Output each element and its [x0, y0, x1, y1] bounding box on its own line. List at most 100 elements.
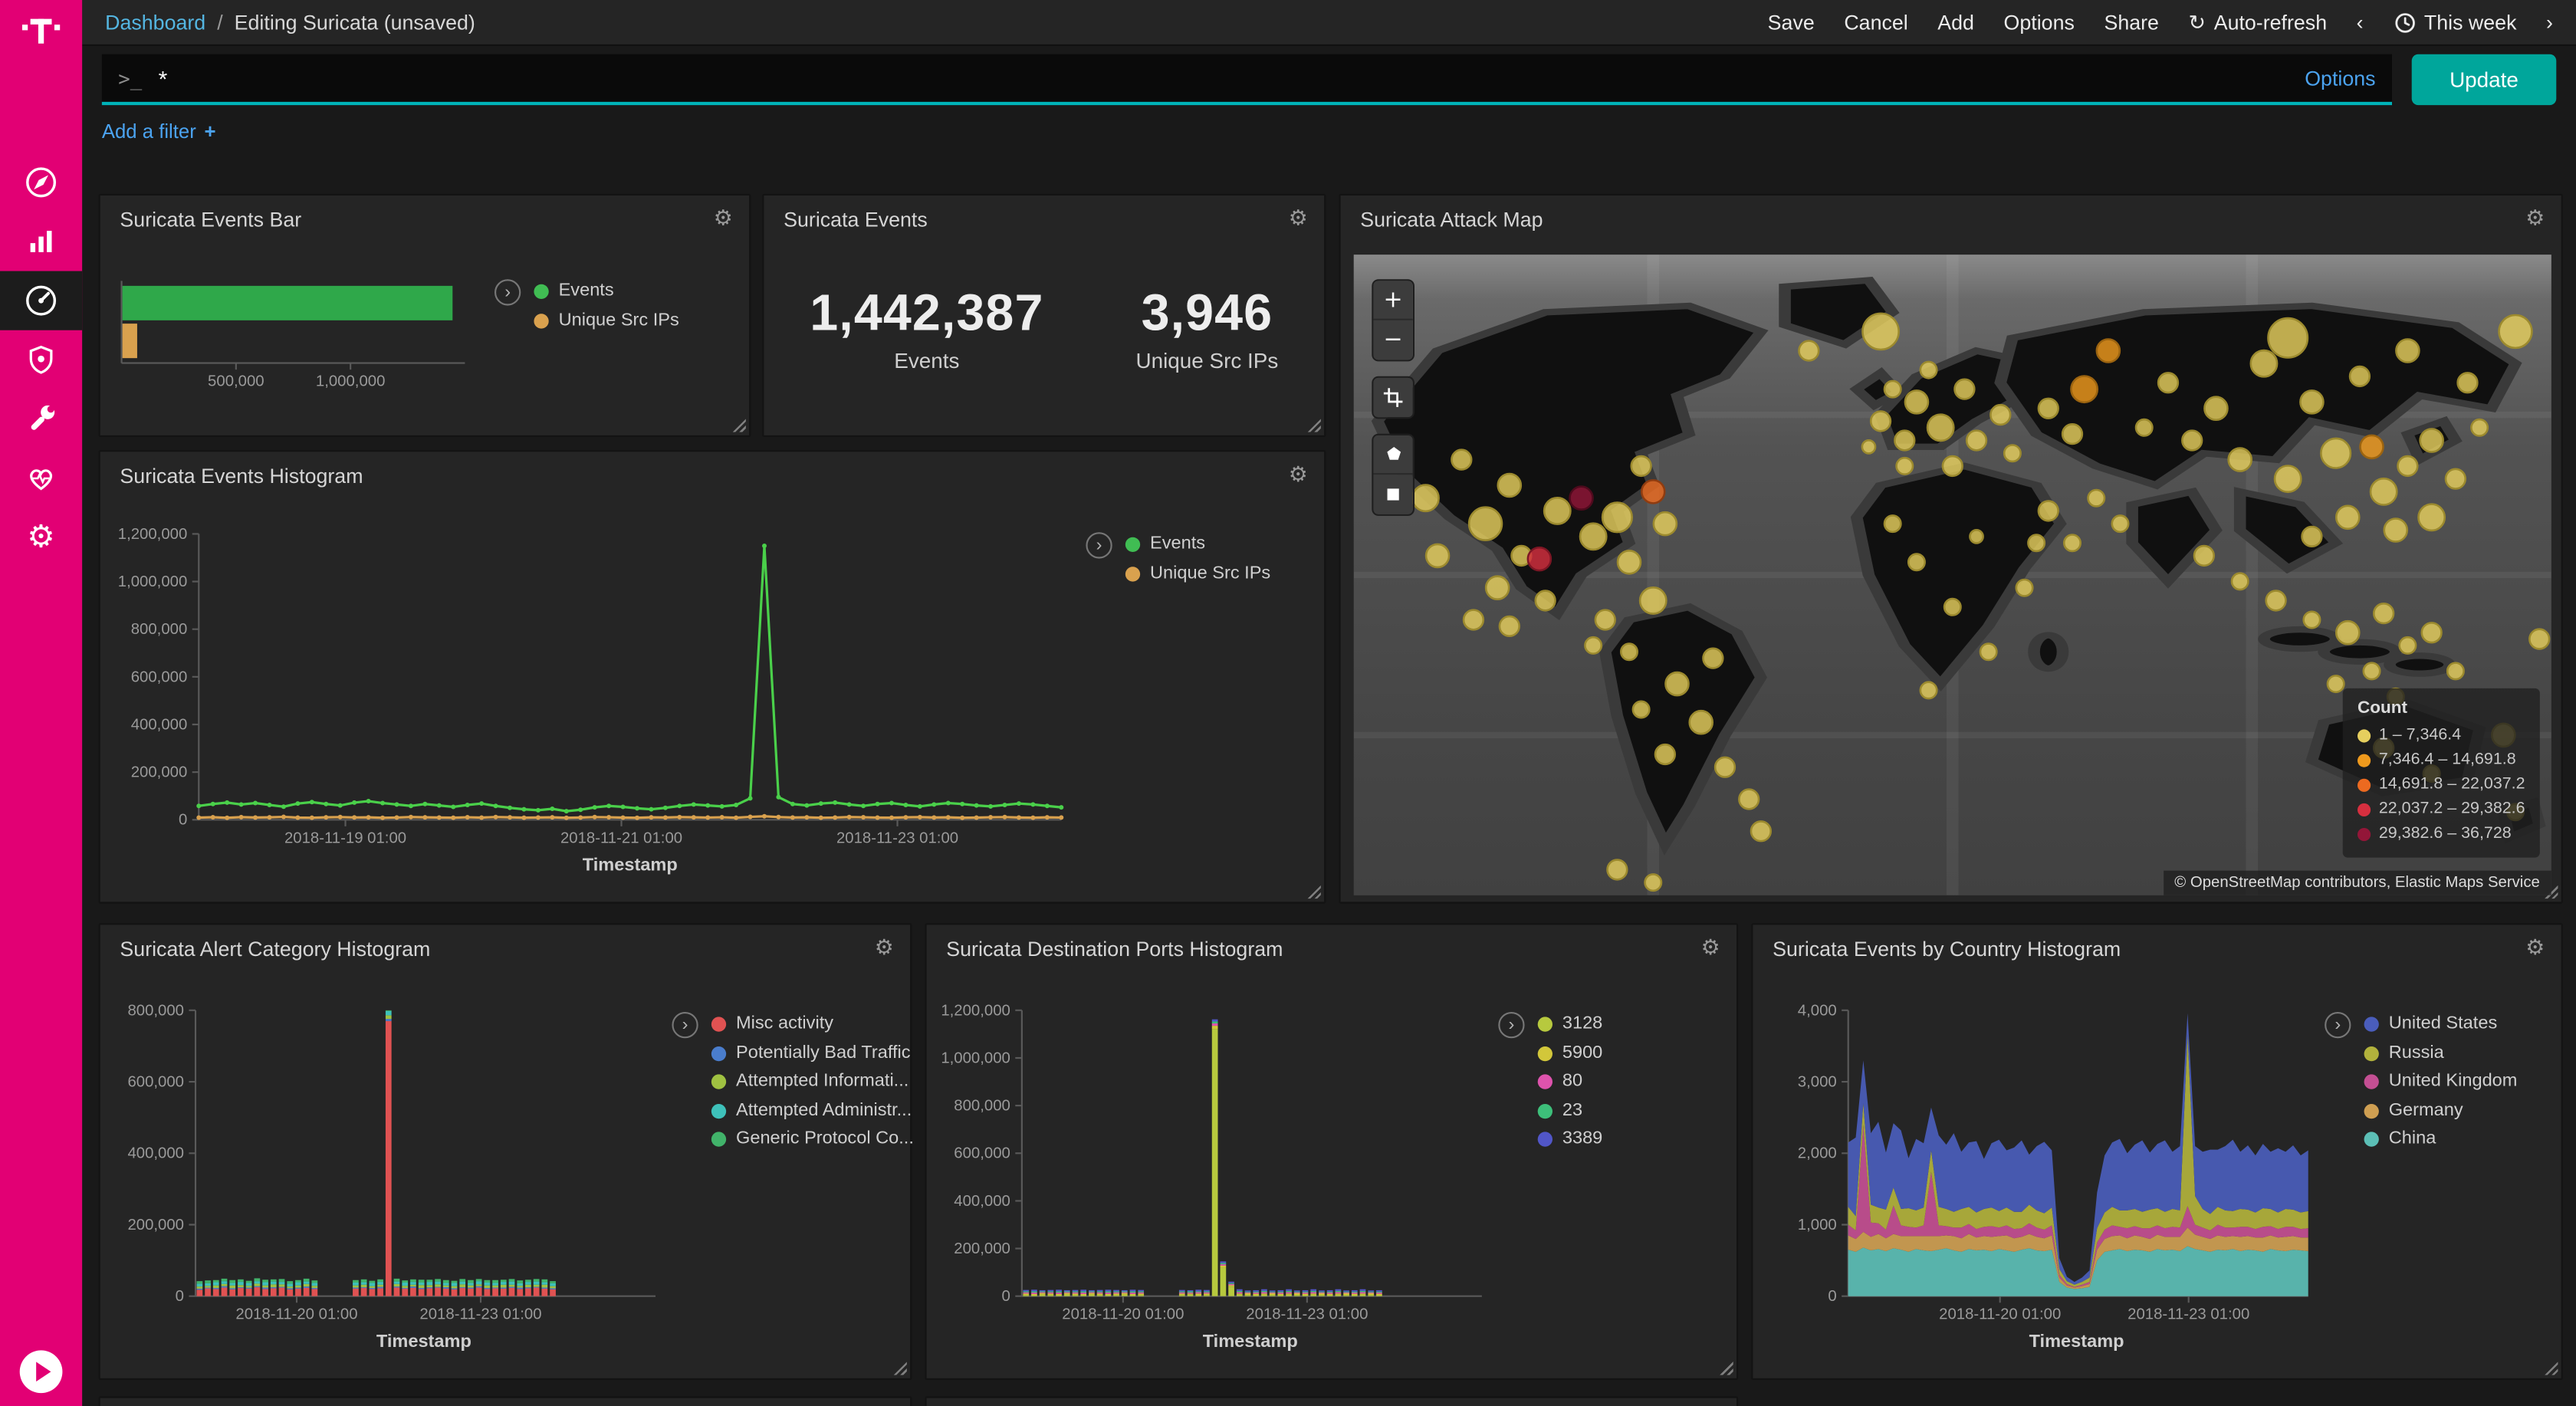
legend-item[interactable]: Attempted Informati...	[711, 1068, 914, 1097]
query-input[interactable]: >_ * Options	[102, 54, 2392, 105]
map-zoom-in-button[interactable]: +	[1373, 281, 1412, 320]
panel-resize-handle[interactable]	[2543, 1360, 2558, 1375]
legend-item[interactable]: 3128	[1538, 1010, 1603, 1040]
sidebar-item-visualize[interactable]	[0, 212, 82, 271]
add-button[interactable]: Add	[1937, 11, 1974, 34]
panel-resize-handle[interactable]	[892, 1360, 907, 1375]
legend-item[interactable]: Russia	[2364, 1039, 2518, 1068]
legend-item[interactable]: 23	[1538, 1096, 1603, 1125]
legend-item[interactable]: Unique Src IPs	[534, 307, 678, 336]
events-by-country-chart[interactable]: 01,0002,0003,0004,0002018-11-20 01:00201…	[1763, 1000, 2318, 1329]
panel-gear-icon[interactable]: ⚙	[714, 207, 733, 232]
chart-legend: › EventsUnique Src IPs	[1086, 531, 1270, 588]
time-range-button[interactable]: This week	[2393, 11, 2516, 34]
panel-suricata-events-metric: Suricata Events ⚙ 1,442,387 Events 3,946…	[762, 194, 1326, 437]
legend-item[interactable]: Misc activity	[711, 1010, 914, 1040]
legend-item[interactable]: Potentially Bad Traffic	[711, 1039, 914, 1068]
sidebar: ⚙	[0, 0, 82, 1406]
panel-gear-icon[interactable]: ⚙	[2525, 936, 2545, 961]
tmobile-logo[interactable]	[0, 5, 82, 54]
sidebar-item-dashboard[interactable]	[0, 271, 82, 330]
map-zoom-out-button[interactable]: −	[1373, 320, 1412, 360]
svg-text:0: 0	[176, 1288, 184, 1305]
legend-item[interactable]: Germany	[2364, 1096, 2518, 1125]
time-back-button[interactable]: ‹	[2357, 11, 2364, 34]
metric-label: Events	[810, 348, 1043, 373]
time-forward-button[interactable]: ›	[2546, 11, 2553, 34]
legend-item[interactable]: 5900	[1538, 1039, 1603, 1068]
save-button[interactable]: Save	[1768, 11, 1815, 34]
panel-gear-icon[interactable]: ⚙	[2525, 207, 2545, 232]
share-button[interactable]: Share	[2104, 11, 2158, 34]
dashboard-grid: Suricata Events Bar ⚙ 500,0001,000,000 ›…	[82, 184, 2576, 1406]
legend-item[interactable]: 3389	[1538, 1125, 1603, 1155]
panel-title[interactable]: Suricata Events Bar	[120, 209, 301, 232]
panel-resize-handle[interactable]	[1718, 1360, 1733, 1375]
legend-item[interactable]: 7,346.4 – 14,691.8	[2358, 747, 2525, 772]
legend-item[interactable]: Events	[534, 278, 678, 307]
query-options-link[interactable]: Options	[2305, 67, 2375, 90]
legend-item[interactable]: 14,691.8 – 22,037.2	[2358, 772, 2525, 797]
panel-title[interactable]: Suricata Events	[784, 209, 928, 232]
panel-gear-icon[interactable]: ⚙	[1289, 463, 1308, 488]
app-navigation: ⚙	[0, 153, 82, 567]
legend-toggle[interactable]: ›	[495, 279, 521, 305]
sidebar-item-monitoring[interactable]	[0, 448, 82, 508]
chart-legend: › Misc activityPotentially Bad TrafficAt…	[672, 1010, 913, 1155]
alert-category-chart[interactable]: 0200,000400,000600,000800,0002018-11-20 …	[110, 1000, 665, 1329]
legend-item[interactable]: 80	[1538, 1068, 1603, 1097]
sidebar-expand-button[interactable]	[0, 1350, 82, 1393]
map-polygon-tool-button[interactable]	[1373, 435, 1412, 475]
events-bar-chart[interactable]: 500,0001,000,000	[113, 278, 488, 396]
legend-item[interactable]: United Kingdom	[2364, 1068, 2518, 1097]
panel-resize-handle[interactable]	[1306, 884, 1321, 898]
legend-item[interactable]: United States	[2364, 1010, 2518, 1040]
legend-item[interactable]: Generic Protocol Co...	[711, 1125, 914, 1155]
map-fit-bounds-button[interactable]	[1373, 378, 1412, 417]
svg-text:2018-11-20 01:00: 2018-11-20 01:00	[1062, 1306, 1184, 1323]
breadcrumb-dashboard-link[interactable]: Dashboard	[105, 11, 205, 34]
update-button[interactable]: Update	[2412, 54, 2557, 105]
panel-resize-handle[interactable]	[731, 417, 746, 432]
legend-item[interactable]: Unique Src IPs	[1125, 560, 1270, 589]
legend-item[interactable]: 1 – 7,346.4	[2358, 723, 2525, 747]
legend-item[interactable]: China	[2364, 1125, 2518, 1155]
legend-toggle[interactable]: ›	[2325, 1012, 2351, 1038]
svg-text:1,000,000: 1,000,000	[118, 573, 188, 590]
svg-text:200,000: 200,000	[954, 1240, 1010, 1257]
attack-map[interactable]: + −	[1354, 255, 2551, 895]
events-histogram-chart[interactable]: 0200,000400,000600,000800,0001,000,0001,…	[113, 524, 1075, 853]
svg-text:2018-11-19 01:00: 2018-11-19 01:00	[284, 829, 406, 846]
panel-suricata-events-histogram: Suricata Events Histogram ⚙ 0200,000400,…	[99, 450, 1326, 903]
sidebar-item-security[interactable]	[0, 330, 82, 389]
svg-text:200,000: 200,000	[131, 764, 188, 781]
panel-gear-icon[interactable]: ⚙	[1289, 207, 1308, 232]
svg-text:800,000: 800,000	[131, 621, 188, 638]
panel-title[interactable]: Suricata Alert Category Histogram	[120, 938, 430, 961]
sidebar-item-management[interactable]: ⚙	[0, 508, 82, 567]
sidebar-item-dev-tools[interactable]	[0, 389, 82, 448]
add-filter-link[interactable]: Add a filter+	[102, 120, 216, 143]
legend-item[interactable]: Attempted Administr...	[711, 1096, 914, 1125]
legend-item[interactable]: Events	[1125, 531, 1270, 560]
panel-title[interactable]: Suricata Destination Ports Histogram	[946, 938, 1283, 961]
legend-item[interactable]: 29,382.6 – 36,728	[2358, 821, 2525, 846]
map-rectangle-tool-button[interactable]	[1373, 475, 1412, 514]
legend-item[interactable]: 22,037.2 – 29,382.6	[2358, 797, 2525, 821]
panel-gear-icon[interactable]: ⚙	[875, 936, 894, 961]
panel-resize-handle[interactable]	[1306, 417, 1321, 432]
svg-text:1,200,000: 1,200,000	[941, 1002, 1010, 1019]
legend-toggle[interactable]: ›	[1498, 1012, 1524, 1038]
panel-title[interactable]: Suricata Attack Map	[1360, 209, 1543, 232]
options-button[interactable]: Options	[2004, 11, 2075, 34]
panel-title[interactable]: Suricata Events Histogram	[120, 465, 363, 488]
legend-toggle[interactable]: ›	[672, 1012, 698, 1038]
legend-toggle[interactable]: ›	[1086, 532, 1112, 558]
auto-refresh-button[interactable]: ↻ Auto-refresh	[2189, 10, 2328, 34]
svg-text:800,000: 800,000	[127, 1002, 184, 1019]
sidebar-item-discover[interactable]	[0, 153, 82, 212]
cancel-button[interactable]: Cancel	[1844, 11, 1907, 34]
panel-gear-icon[interactable]: ⚙	[1701, 936, 1720, 961]
destination-ports-chart[interactable]: 0200,000400,000600,000800,0001,000,0001,…	[936, 1000, 1491, 1329]
panel-title[interactable]: Suricata Events by Country Histogram	[1773, 938, 2121, 961]
